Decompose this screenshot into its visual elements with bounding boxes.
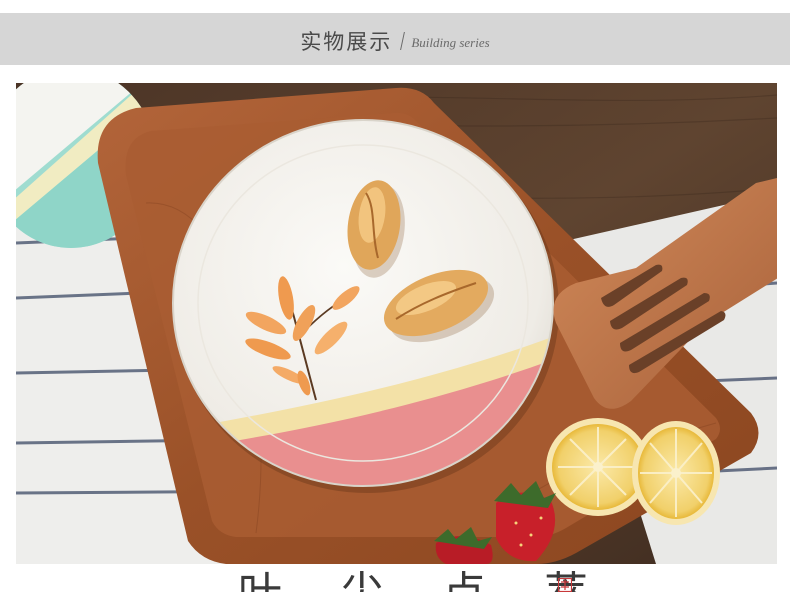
seal-stamp [558, 578, 572, 592]
title-divider [400, 32, 406, 50]
header-band: 实物展示 Building series [0, 13, 790, 65]
bottom-title-strip: 叶尖点萃 [0, 568, 790, 592]
section-subtitle: Building series [411, 35, 490, 50]
section-title: 实物展示 [300, 30, 393, 54]
lemon-slice-2 [632, 421, 720, 525]
header-inner: 实物展示 Building series [300, 26, 489, 56]
product-photo [16, 83, 777, 564]
bottom-title: 叶尖点萃 [238, 572, 646, 592]
